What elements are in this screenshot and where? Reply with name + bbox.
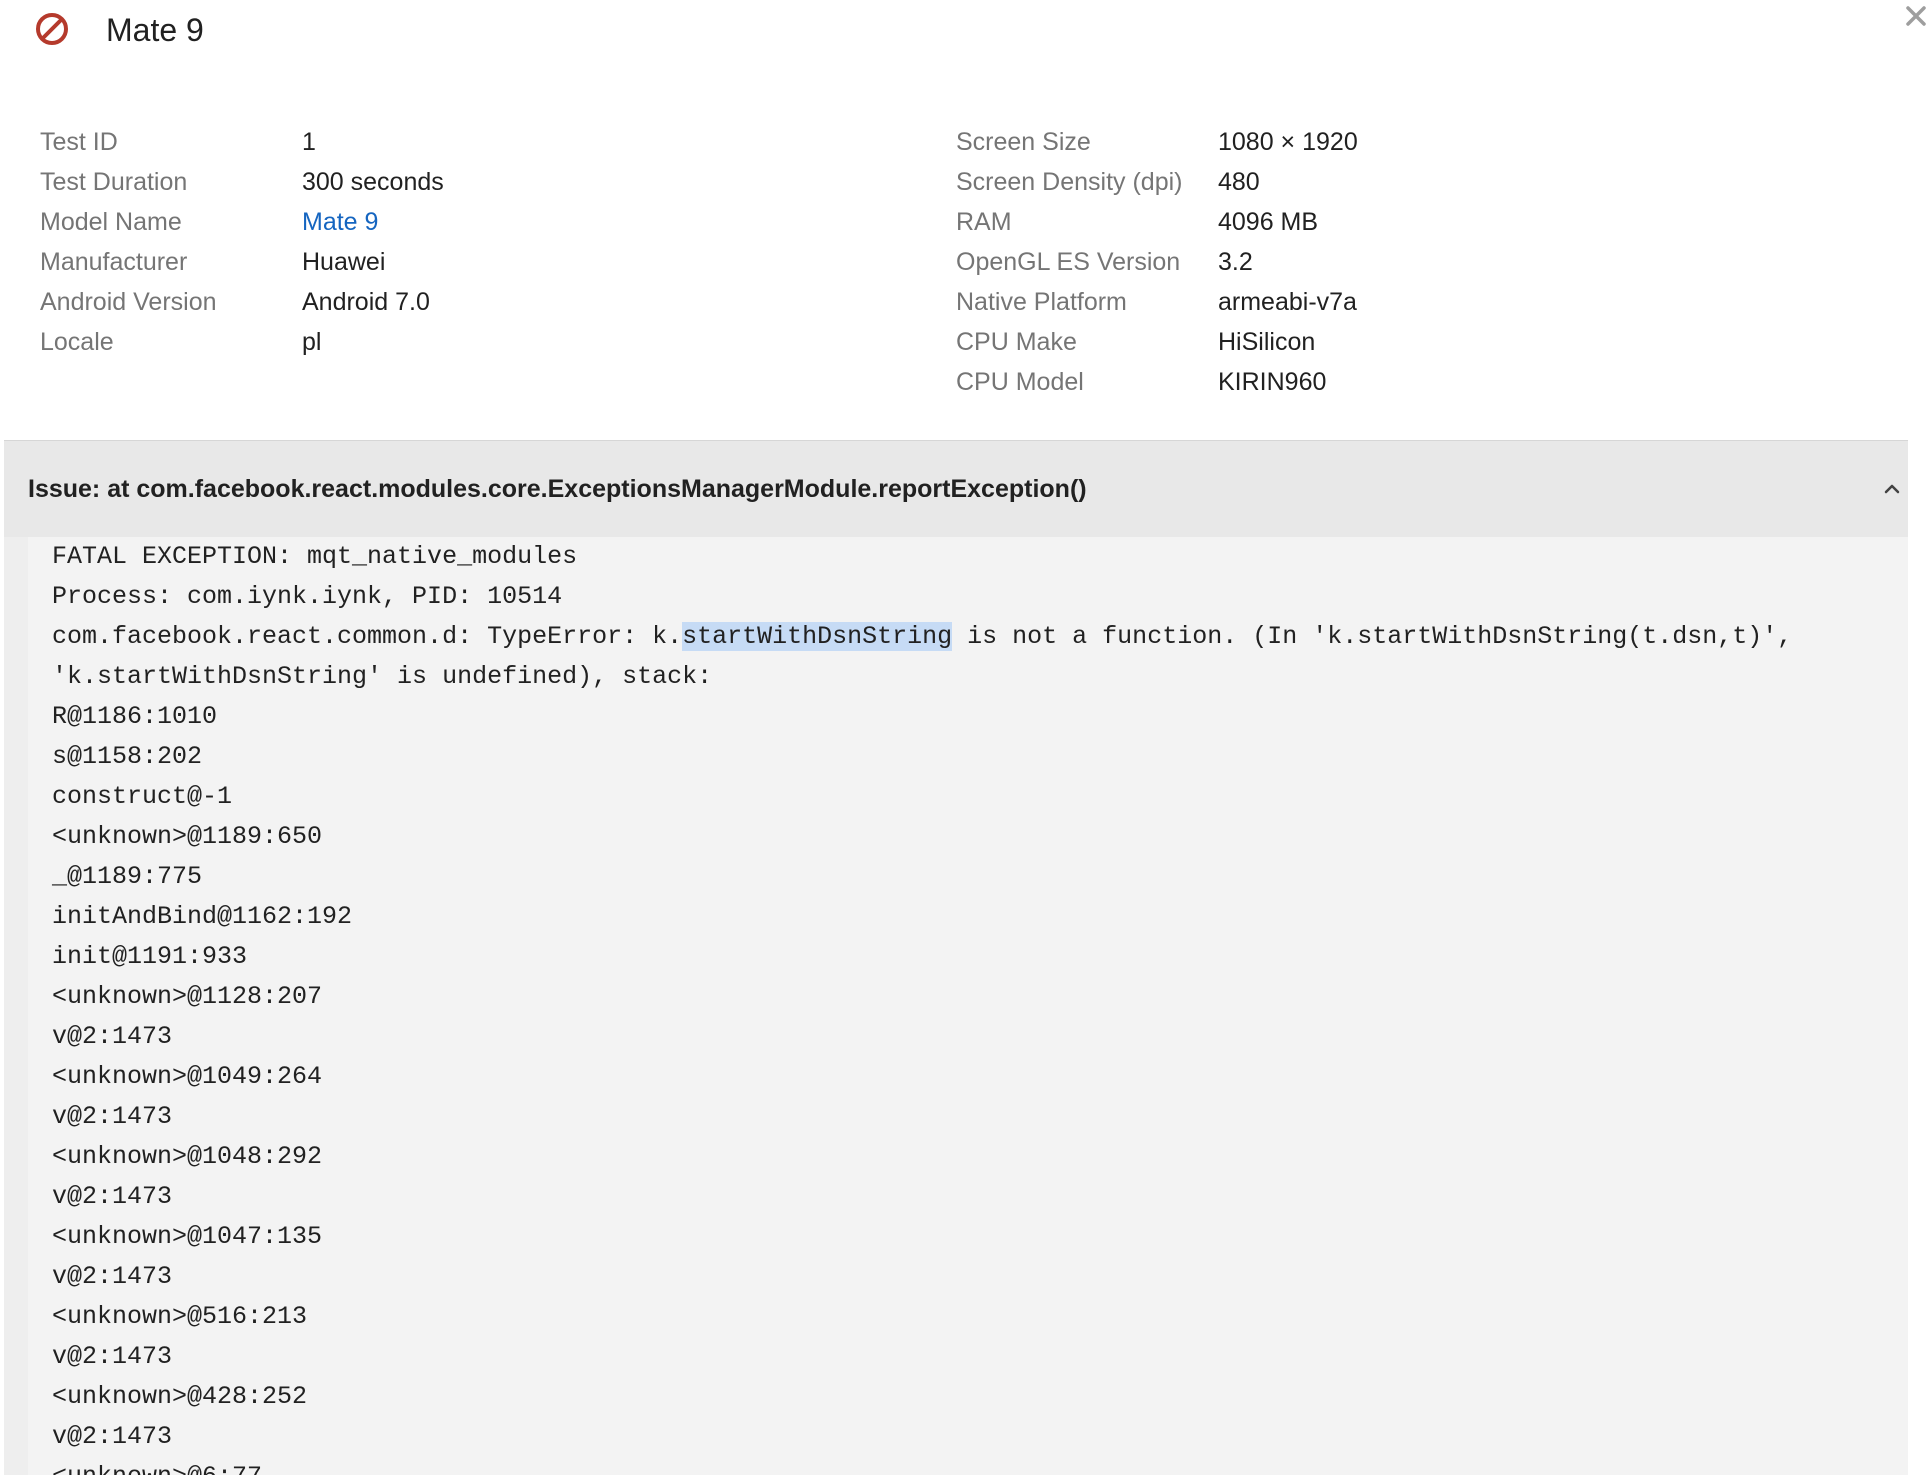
detail-label: Manufacturer: [40, 248, 188, 276]
issue-header[interactable]: Issue: at com.facebook.react.modules.cor…: [4, 441, 1908, 537]
log-line: v@2:1473: [52, 1022, 173, 1051]
log-text: is not a function. (In 'k.startWithDsnSt…: [952, 622, 1793, 651]
log-line: v@2:1473: [52, 1262, 173, 1291]
log-line: <unknown>@516:213: [52, 1302, 308, 1331]
detail-value: 480: [1218, 168, 1260, 196]
log-line: v@2:1473: [52, 1342, 173, 1371]
detail-label: Locale: [40, 328, 114, 356]
log-line: <unknown>@1048:292: [52, 1142, 323, 1171]
detail-value: 300 seconds: [302, 168, 444, 196]
issue-panel: Issue: at com.facebook.react.modules.cor…: [4, 440, 1908, 1475]
detail-label: CPU Make: [956, 328, 1077, 356]
detail-label: Native Platform: [956, 288, 1127, 316]
detail-value: 4096 MB: [1218, 208, 1319, 236]
log-line: v@2:1473: [52, 1422, 173, 1451]
log-line: 'k.startWithDsnString' is undefined), st…: [52, 662, 713, 691]
log-line: s@1158:202: [52, 742, 203, 771]
log-line: v@2:1473: [52, 1102, 173, 1131]
detail-label: RAM: [956, 208, 1012, 236]
detail-value: KIRIN960: [1218, 368, 1327, 396]
log-line: initAndBind@1162:192: [52, 902, 353, 931]
log-line: <unknown>@1128:207: [52, 982, 323, 1011]
detail-value: armeabi-v7a: [1218, 288, 1357, 316]
detail-label: Model Name: [40, 208, 182, 236]
log-text: com.facebook.react.common.d: TypeError: …: [52, 622, 683, 651]
device-title: Mate 9: [106, 12, 204, 48]
device-details: Test ID 1 Test Duration 300 seconds Mode…: [0, 122, 1932, 402]
log-line: _@1189:775: [52, 862, 203, 891]
log-line: <unknown>@1189:650: [52, 822, 323, 851]
detail-label: Screen Size: [956, 128, 1091, 156]
chevron-up-icon[interactable]: [1878, 475, 1906, 503]
detail-label: OpenGL ES Version: [956, 248, 1181, 276]
close-icon[interactable]: [1900, 0, 1932, 36]
dialog-header: Mate 9: [0, 0, 1932, 70]
log-line: com.facebook.react.common.d: TypeError: …: [52, 617, 1792, 657]
detail-label: Test Duration: [40, 168, 188, 196]
log-line: v@2:1473: [52, 1182, 173, 1211]
detail-value: 1: [302, 128, 316, 156]
log-line: FATAL EXCEPTION: mqt_native_modules: [52, 542, 578, 571]
detail-value: Android 7.0: [302, 288, 430, 316]
log-line: <unknown>@6:77: [52, 1457, 262, 1475]
log-line: construct@-1: [52, 782, 233, 811]
detail-label: Test ID: [40, 128, 118, 156]
issue-title: Issue: at com.facebook.react.modules.cor…: [28, 475, 1087, 503]
detail-label: CPU Model: [956, 368, 1084, 396]
log-line: <unknown>@1047:135: [52, 1222, 323, 1251]
detail-value: HiSilicon: [1218, 328, 1316, 356]
log-line: init@1191:933: [52, 942, 248, 971]
detail-label: Android Version: [40, 288, 217, 316]
log-line: R@1186:1010: [52, 702, 218, 731]
detail-value: 1080 × 1920: [1218, 128, 1358, 156]
detail-label: Screen Density (dpi): [956, 168, 1183, 196]
stack-trace: FATAL EXCEPTION: mqt_native_modules Proc…: [28, 537, 1908, 1475]
model-name-link[interactable]: Mate 9: [302, 202, 378, 242]
blocked-icon: [36, 13, 68, 45]
detail-value: 3.2: [1218, 248, 1253, 276]
log-line: <unknown>@1049:264: [52, 1062, 323, 1091]
log-line: <unknown>@428:252: [52, 1382, 308, 1411]
highlighted-text: startWithDsnString: [682, 622, 953, 651]
log-line: Process: com.iynk.iynk, PID: 10514: [52, 582, 563, 611]
detail-value: pl: [302, 328, 322, 356]
detail-value: Huawei: [302, 248, 386, 276]
